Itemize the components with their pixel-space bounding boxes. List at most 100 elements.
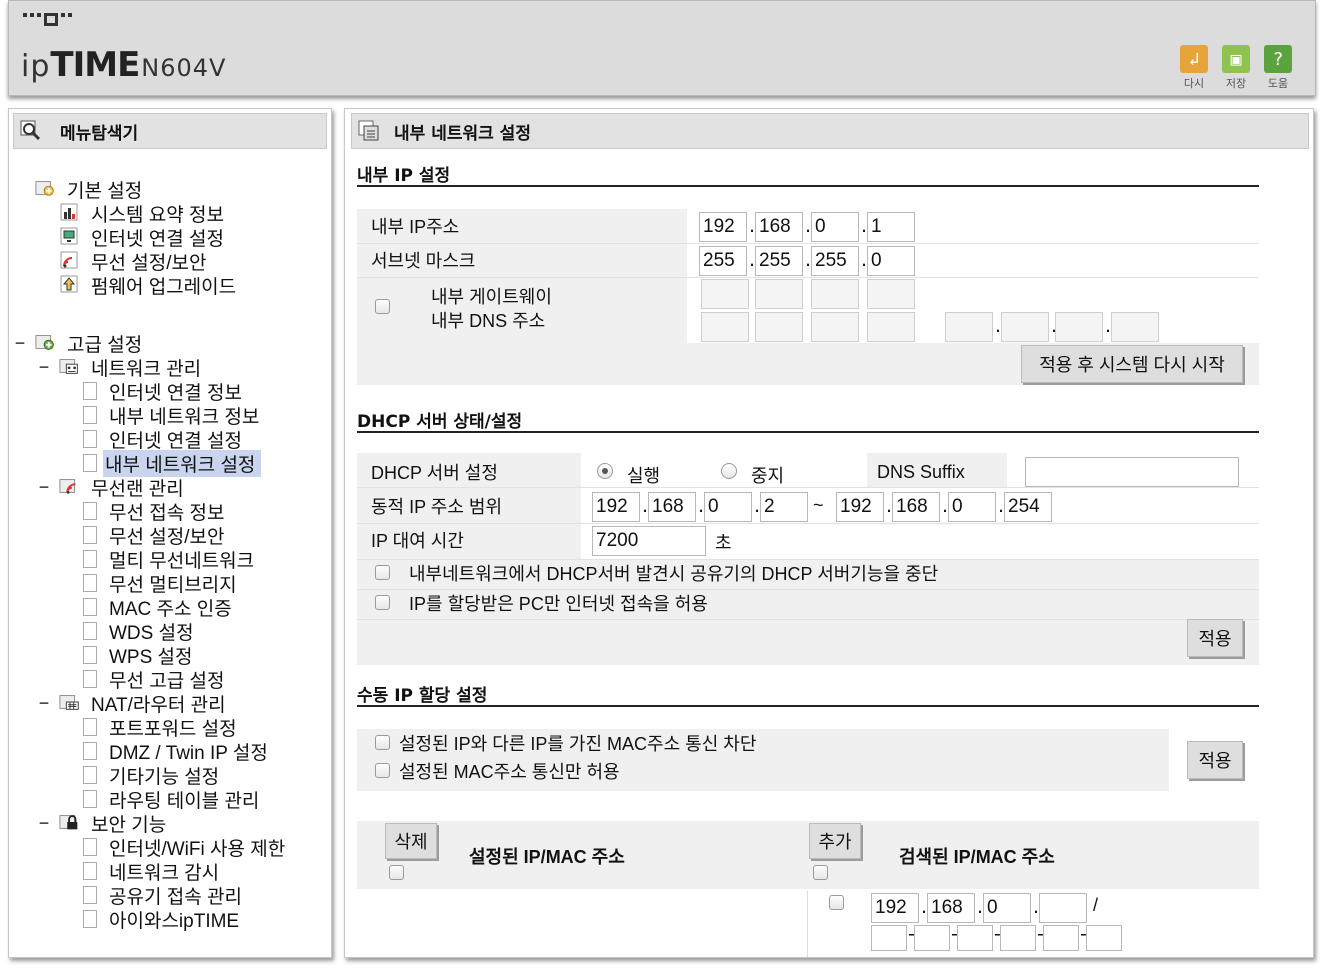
range-start-octet-1[interactable]: 192 xyxy=(592,492,640,522)
apply-restart-button[interactable]: 적용 후 시스템 다시 시작 xyxy=(1021,345,1243,383)
select-all-found-checkbox[interactable] xyxy=(813,865,828,880)
menu-item-multi-ssid[interactable]: 멀티 무선네트워크 xyxy=(9,547,331,572)
menu-item-internet-setup[interactable]: 인터넷 연결 설정 xyxy=(9,225,331,250)
menu-item-kids-iptime[interactable]: 아이와스ipTIME xyxy=(9,907,331,932)
dhcp-conflict-checkbox[interactable] xyxy=(375,565,390,580)
menu-item-label: 무선 접속 정보 xyxy=(109,502,225,524)
assigned-pc-only-checkbox[interactable] xyxy=(375,595,390,610)
menu-item-lan-info[interactable]: 내부 네트워크 정보 xyxy=(9,403,331,428)
menu-item-wds[interactable]: WDS 설정 xyxy=(9,619,331,644)
dns1-octet-4[interactable] xyxy=(867,312,915,342)
dns1-octet-3[interactable] xyxy=(811,312,859,342)
page-icon xyxy=(83,574,97,592)
range-start-octet-4[interactable]: 2 xyxy=(760,492,808,522)
mac-part-6[interactable] xyxy=(1086,925,1122,951)
menu-item-internet-info[interactable]: 인터넷 연결 정보 xyxy=(9,379,331,404)
tree-advanced-settings[interactable]: − 고급 설정 xyxy=(9,331,331,356)
tree-nat-label: NAT/라우터 관리 xyxy=(91,694,226,716)
collapse-toggle[interactable]: − xyxy=(37,357,51,378)
add-button[interactable]: 추가 xyxy=(809,823,861,859)
delete-button[interactable]: 삭제 xyxy=(385,823,437,859)
menu-item-wireless-info[interactable]: 무선 접속 정보 xyxy=(9,499,331,524)
page-icon xyxy=(83,454,97,472)
range-end-octet-3[interactable]: 0 xyxy=(948,492,996,522)
range-start-octet-2[interactable]: 168 xyxy=(648,492,696,522)
menu-item-routing-table[interactable]: 라우팅 테이블 관리 xyxy=(9,787,331,812)
menu-item-misc[interactable]: 기타기능 설정 xyxy=(9,763,331,788)
gateway-octet-1[interactable] xyxy=(701,279,749,309)
menu-item-network-monitor[interactable]: 네트워크 감시 xyxy=(9,859,331,884)
dhcp-apply-button[interactable]: 적용 xyxy=(1187,619,1243,657)
lan-ip-octet-4[interactable]: 1 xyxy=(867,212,915,242)
dhcp-stop-radio[interactable] xyxy=(721,463,737,479)
new-entry-checkbox[interactable] xyxy=(829,895,844,910)
menu-item-wireless-security-adv[interactable]: 무선 설정/보안 xyxy=(9,523,331,548)
menu-item-system-summary[interactable]: 시스템 요약 정보 xyxy=(9,201,331,226)
menu-item-mac-auth[interactable]: MAC 주소 인증 xyxy=(9,595,331,620)
menu-item-wireless-security[interactable]: 무선 설정/보안 xyxy=(9,249,331,274)
select-all-configured-checkbox[interactable] xyxy=(389,865,404,880)
mask-octet-1[interactable]: 255 xyxy=(699,246,747,276)
gateway-octet-4[interactable] xyxy=(867,279,915,309)
new-ip-octet-3[interactable]: 0 xyxy=(983,893,1031,923)
collapse-toggle[interactable]: − xyxy=(37,813,51,834)
lease-time-input[interactable]: 7200 xyxy=(592,526,706,556)
manual-apply-button[interactable]: 적용 xyxy=(1187,741,1243,779)
lan-ip-octet-3[interactable]: 0 xyxy=(811,212,859,242)
help-button[interactable]: ? 도움 xyxy=(1263,45,1293,91)
menu-item-usage-limit[interactable]: 인터넷/WiFi 사용 제한 xyxy=(9,835,331,860)
allow-mac-only-checkbox[interactable] xyxy=(375,763,390,778)
save-button[interactable]: ▣ 저장 xyxy=(1221,45,1251,91)
menu-item-wps[interactable]: WPS 설정 xyxy=(9,643,331,668)
mask-octet-2[interactable]: 255 xyxy=(755,246,803,276)
menu-item-internet-config[interactable]: 인터넷 연결 설정 xyxy=(9,427,331,452)
dns2-octet-2[interactable] xyxy=(1001,312,1049,342)
menu-item-dmz[interactable]: DMZ / Twin IP 설정 xyxy=(9,739,331,764)
restart-button[interactable]: ↲ 다시 xyxy=(1179,45,1209,91)
menu-item-label: 무선 고급 설정 xyxy=(109,670,225,692)
collapse-toggle[interactable]: − xyxy=(37,477,51,498)
range-end-octet-4[interactable]: 254 xyxy=(1004,492,1052,522)
mac-part-4[interactable] xyxy=(1000,925,1036,951)
tree-basic-settings[interactable]: 기본 설정 xyxy=(9,177,331,202)
range-end-octet-1[interactable]: 192 xyxy=(836,492,884,522)
menu-item-wireless-advanced[interactable]: 무선 고급 설정 xyxy=(9,667,331,692)
new-ip-octet-4[interactable] xyxy=(1039,893,1087,923)
dns-suffix-input[interactable] xyxy=(1025,457,1239,487)
mac-part-2[interactable] xyxy=(914,925,950,951)
tree-nat-router[interactable]: − NAT/라우터 관리 xyxy=(9,691,331,716)
tree-wireless-management[interactable]: − 무선랜 관리 xyxy=(9,475,331,500)
dns2-octet-1[interactable] xyxy=(945,312,993,342)
menu-item-multi-bridge[interactable]: 무선 멀티브리지 xyxy=(9,571,331,596)
assigned-pc-only-label: IP를 할당받은 PC만 인터넷 접속을 허용 xyxy=(409,594,708,614)
dns1-octet-1[interactable] xyxy=(701,312,749,342)
menu-item-port-forward[interactable]: 포트포워드 설정 xyxy=(9,715,331,740)
dns2-octet-4[interactable] xyxy=(1111,312,1159,342)
dns1-octet-2[interactable] xyxy=(755,312,803,342)
lan-ip-octet-2[interactable]: 168 xyxy=(755,212,803,242)
menu-item-access-management[interactable]: 공유기 접속 관리 xyxy=(9,883,331,908)
lan-ip-octet-1[interactable]: 192 xyxy=(699,212,747,242)
block-other-ip-checkbox[interactable] xyxy=(375,735,390,750)
gateway-dns-checkbox[interactable] xyxy=(375,299,390,314)
range-start-octet-3[interactable]: 0 xyxy=(704,492,752,522)
range-end-octet-2[interactable]: 168 xyxy=(892,492,940,522)
dns2-octet-3[interactable] xyxy=(1055,312,1103,342)
mask-octet-3[interactable]: 255 xyxy=(811,246,859,276)
dhcp-run-radio[interactable] xyxy=(597,463,613,479)
mac-part-5[interactable] xyxy=(1043,925,1079,951)
mask-octet-4[interactable]: 0 xyxy=(867,246,915,276)
collapse-toggle[interactable]: − xyxy=(37,693,51,714)
tree-network-management[interactable]: − 네트워크 관리 xyxy=(9,355,331,380)
new-ip-octet-1[interactable]: 192 xyxy=(871,893,919,923)
menu-item-lan-settings[interactable]: 내부 네트워크 설정 xyxy=(9,449,331,477)
mac-part-3[interactable] xyxy=(957,925,993,951)
tree-network-label: 네트워크 관리 xyxy=(91,358,202,380)
gateway-octet-3[interactable] xyxy=(811,279,859,309)
new-ip-octet-2[interactable]: 168 xyxy=(927,893,975,923)
gateway-octet-2[interactable] xyxy=(755,279,803,309)
mac-part-1[interactable] xyxy=(871,925,907,951)
menu-item-firmware-upgrade[interactable]: 펌웨어 업그레이드 xyxy=(9,273,331,298)
tree-security[interactable]: − 보안 기능 xyxy=(9,811,331,836)
collapse-toggle[interactable]: − xyxy=(13,333,27,354)
